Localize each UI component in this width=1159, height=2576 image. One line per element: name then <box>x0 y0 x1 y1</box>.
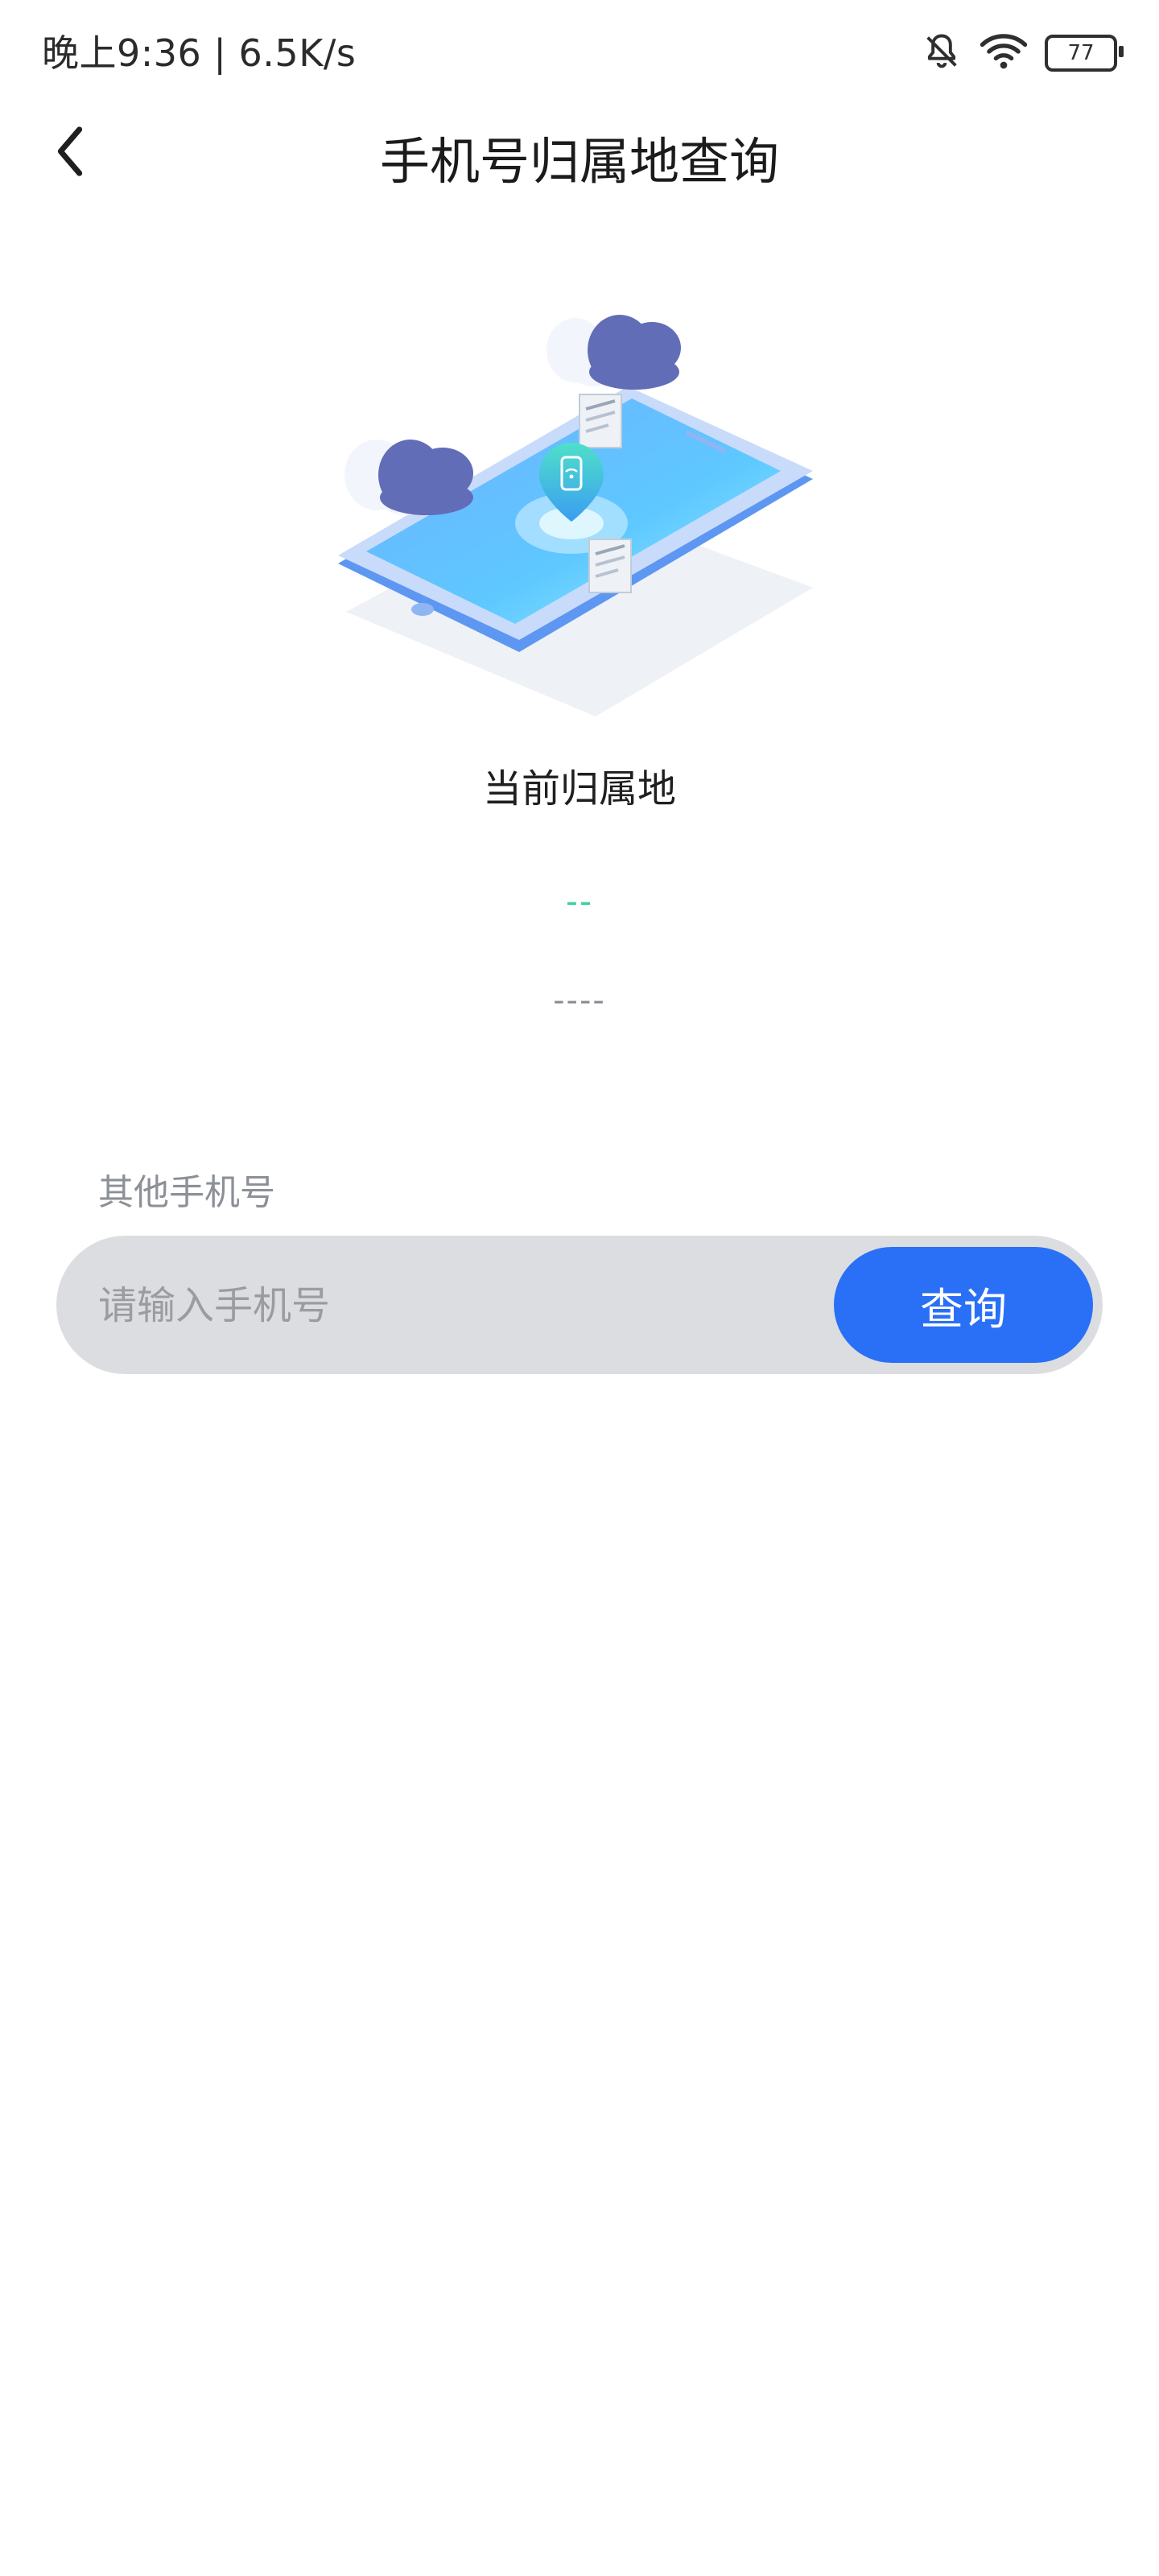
mute-bell-icon <box>921 31 963 76</box>
current-region-value: -- <box>565 881 594 921</box>
phone-location-illustration <box>330 306 845 716</box>
page-title: 手机号归属地查询 <box>379 132 779 191</box>
wifi-icon <box>980 31 1028 75</box>
status-bar: 晚上9:36 | 6.5K/s 77 <box>0 0 1159 97</box>
current-operator-value: ---- <box>553 982 606 1019</box>
status-time-speed: 晚上9:36 | 6.5K/s <box>42 31 357 75</box>
battery-icon: 77 <box>1045 35 1124 72</box>
other-number-label: 其他手机号 <box>98 1172 275 1213</box>
app-bar: 手机号归属地查询 <box>0 97 1159 217</box>
current-location-label: 当前归属地 <box>482 766 676 811</box>
battery-level: 77 <box>1067 41 1095 65</box>
query-button[interactable]: 查询 <box>834 1247 1093 1363</box>
phone-number-input[interactable] <box>97 1236 824 1376</box>
query-input-bar: 查询 <box>56 1236 1103 1376</box>
status-icons: 77 <box>921 29 1124 77</box>
